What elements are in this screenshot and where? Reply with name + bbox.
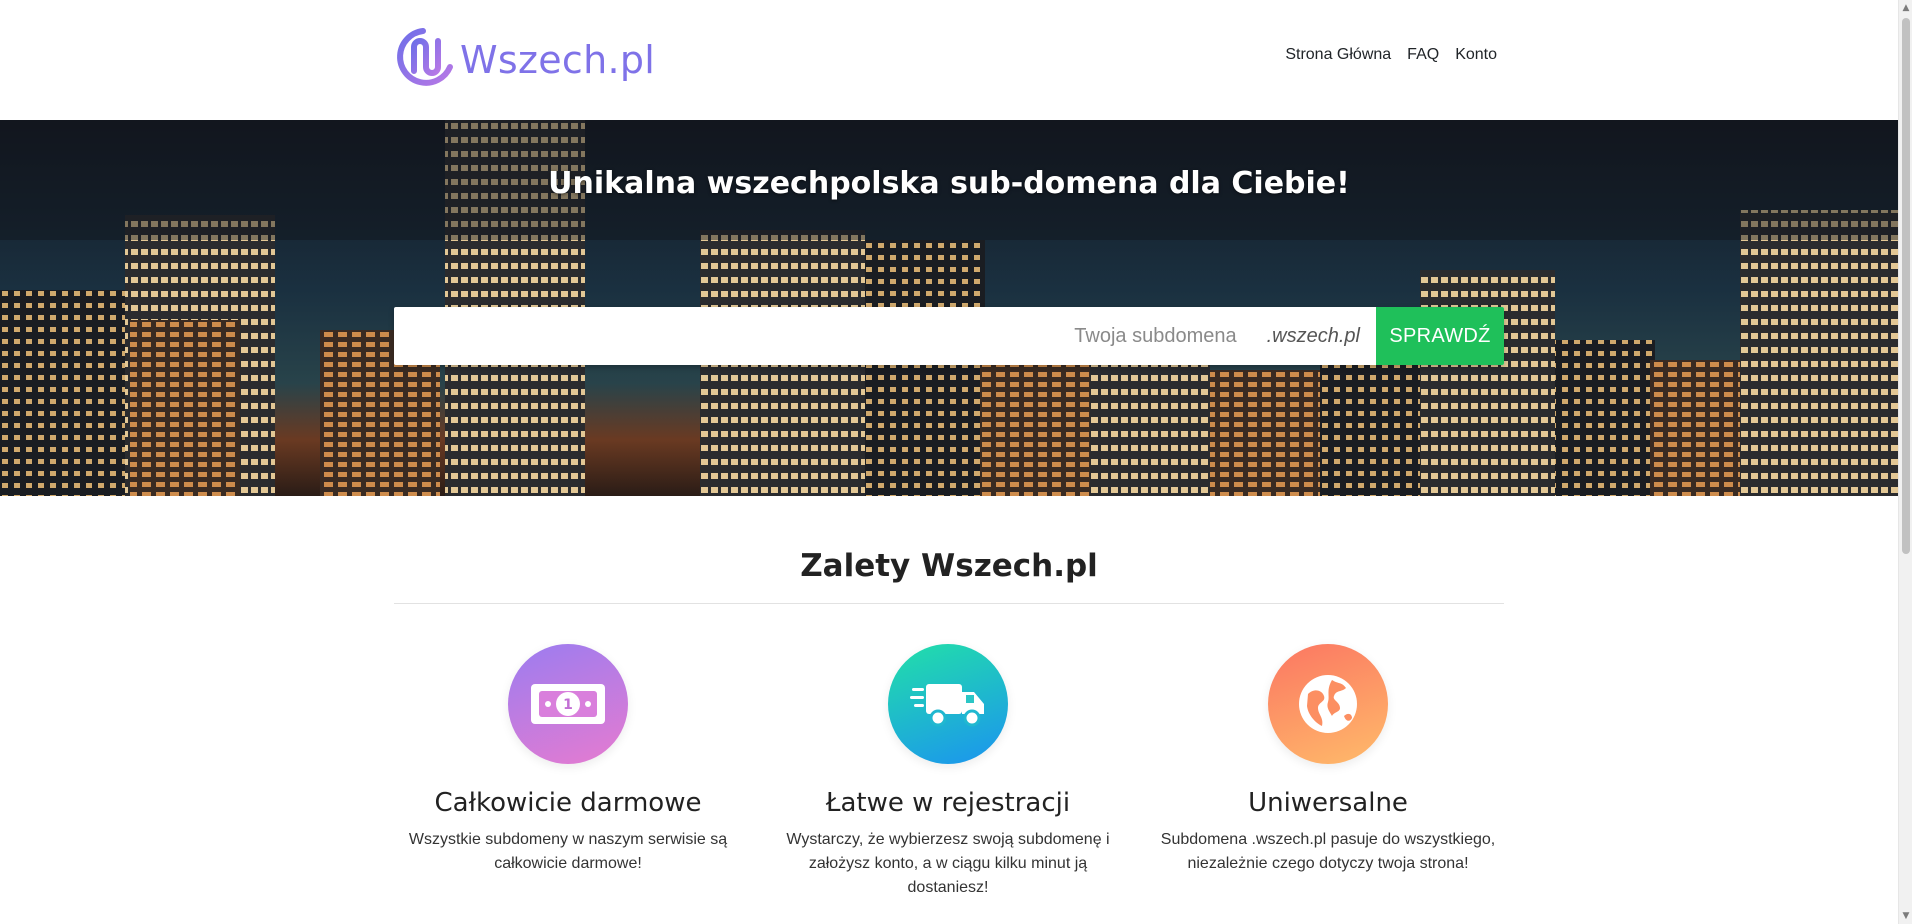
nav-home[interactable]: Strona Główna <box>1285 46 1391 64</box>
main-nav: Strona Główna FAQ Konto <box>1285 46 1497 64</box>
feature-description: Wszystkie subdomeny w naszym serwisie są… <box>408 831 728 872</box>
subdomain-input[interactable] <box>394 307 1257 365</box>
feature-title: Całkowicie darmowe <box>434 788 702 818</box>
features-title: Zalety Wszech.pl <box>800 548 1098 584</box>
svg-text:1: 1 <box>563 697 573 713</box>
subdomain-search-bar: .wszech.pl SPRAWDŹ <box>394 307 1504 365</box>
feature-title: Łatwe w rejestracji <box>825 788 1071 818</box>
feature-free: 1 Całkowicie darmowe Wszystkie subdomeny… <box>378 644 758 876</box>
globe-icon <box>1268 644 1388 764</box>
site-header: Wszech.pl Strona Główna FAQ Konto <box>0 0 1898 120</box>
truck-icon <box>888 644 1008 764</box>
scroll-up-arrow-icon[interactable]: ▲ <box>1901 1 1911 15</box>
money-bill-icon: 1 <box>508 644 628 764</box>
nav-faq[interactable]: FAQ <box>1407 46 1439 64</box>
hero-title: Unikalna wszechpolska sub-domena dla Cie… <box>548 166 1350 201</box>
domain-suffix: .wszech.pl <box>1266 325 1360 347</box>
scroll-thumb[interactable] <box>1902 18 1910 554</box>
logo-link[interactable]: Wszech.pl <box>396 26 655 92</box>
page: Wszech.pl Strona Główna FAQ Konto Unikal… <box>0 0 1898 924</box>
feature-title: Uniwersalne <box>1248 788 1408 818</box>
vertical-scrollbar[interactable]: ▲ ▼ <box>1898 0 1912 924</box>
check-button[interactable]: SPRAWDŹ <box>1376 307 1504 365</box>
feature-easy-registration: Łatwe w rejestracji Wystarczy, że wybier… <box>758 644 1138 900</box>
feature-description: Subdomena .wszech.pl pasuje do wszystkie… <box>1160 831 1496 872</box>
scroll-down-arrow-icon[interactable]: ▼ <box>1901 909 1911 923</box>
nav-account[interactable]: Konto <box>1455 46 1497 64</box>
hero-section: Unikalna wszechpolska sub-domena dla Cie… <box>0 120 1898 496</box>
logo-icon <box>397 28 453 86</box>
brand-name: Wszech.pl <box>460 38 656 82</box>
section-divider <box>394 603 1504 604</box>
feature-universal: Uniwersalne Subdomena .wszech.pl pasuje … <box>1138 644 1518 876</box>
feature-description: Wystarczy, że wybierzesz swoją subdomenę… <box>786 831 1110 896</box>
